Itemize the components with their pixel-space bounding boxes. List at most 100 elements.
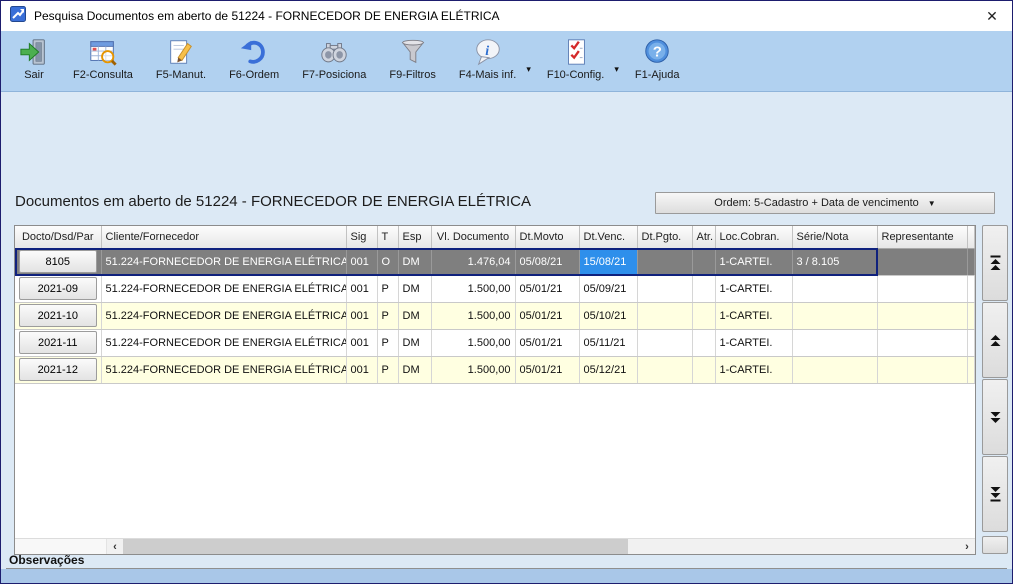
table-row[interactable]: 2021-11 51.224-FORNECEDOR DE ENERGIA ELÉ…: [15, 329, 975, 356]
column-header[interactable]: Dt.Pgto.: [637, 226, 692, 248]
cell-serie-nota[interactable]: [792, 356, 877, 383]
cell-dt-venc[interactable]: 15/08/21: [579, 248, 637, 275]
nav-last-button[interactable]: [982, 456, 1008, 532]
cell-esp[interactable]: DM: [398, 329, 431, 356]
cell-valor[interactable]: 1.500,00: [431, 275, 515, 302]
nav-corner-button[interactable]: [982, 536, 1008, 554]
cell-dt-venc[interactable]: 05/09/21: [579, 275, 637, 302]
cell-esp[interactable]: DM: [398, 275, 431, 302]
toolbar-button-f5-manut[interactable]: F5-Manut.: [153, 36, 209, 81]
cell-dt-pgto[interactable]: [637, 329, 692, 356]
cell-esp[interactable]: DM: [398, 302, 431, 329]
toolbar-button-f1-ajuda[interactable]: ? F1-Ajuda: [632, 36, 683, 81]
row-header-button[interactable]: 2021-10: [19, 304, 97, 327]
cell-t[interactable]: O: [377, 248, 398, 275]
cell-sig[interactable]: 001: [346, 248, 377, 275]
cell-dt-venc[interactable]: 05/12/21: [579, 356, 637, 383]
column-header[interactable]: Docto/Dsd/Par: [15, 226, 101, 248]
cell-sig[interactable]: 001: [346, 275, 377, 302]
table-row[interactable]: 2021-09 51.224-FORNECEDOR DE ENERGIA ELÉ…: [15, 275, 975, 302]
cell-dt-movto[interactable]: 05/08/21: [515, 248, 579, 275]
toolbar-button-f10-config[interactable]: F10-Config.: [544, 36, 607, 81]
scrollbar-track[interactable]: [628, 539, 959, 554]
cell-dt-movto[interactable]: 05/01/21: [515, 302, 579, 329]
cell-t[interactable]: P: [377, 356, 398, 383]
cell-atr[interactable]: [692, 329, 715, 356]
cell-atr[interactable]: [692, 302, 715, 329]
toolbar-button-f2-consulta[interactable]: F2-Consulta: [70, 36, 136, 81]
cell-serie-nota[interactable]: [792, 302, 877, 329]
cell-dt-pgto[interactable]: [637, 248, 692, 275]
close-button[interactable]: ✕: [980, 5, 1004, 27]
order-button[interactable]: Ordem: 5-Cadastro + Data de vencimento ▼: [655, 192, 995, 214]
cell-sig[interactable]: 001: [346, 356, 377, 383]
horizontal-scrollbar[interactable]: ‹ ›: [15, 538, 975, 554]
column-header[interactable]: Esp: [398, 226, 431, 248]
cell-valor[interactable]: 1.500,00: [431, 356, 515, 383]
column-header[interactable]: Sig: [346, 226, 377, 248]
nav-page-up-button[interactable]: [982, 302, 1008, 378]
cell-loc-cobran[interactable]: 1-CARTEI.: [715, 329, 792, 356]
nav-first-button[interactable]: [982, 225, 1008, 301]
cell-loc-cobran[interactable]: 1-CARTEI.: [715, 248, 792, 275]
cell-loc-cobran[interactable]: 1-CARTEI.: [715, 275, 792, 302]
dropdown-arrow-icon[interactable]: ▾: [526, 64, 531, 75]
row-header-button[interactable]: 2021-12: [19, 358, 97, 381]
column-header[interactable]: Loc.Cobran.: [715, 226, 792, 248]
cell-dt-pgto[interactable]: [637, 356, 692, 383]
column-header[interactable]: Dt.Movto: [515, 226, 579, 248]
row-header-button[interactable]: 8105: [19, 250, 97, 273]
cell-dt-venc[interactable]: 05/11/21: [579, 329, 637, 356]
cell-atr[interactable]: [692, 356, 715, 383]
cell-valor[interactable]: 1.500,00: [431, 302, 515, 329]
cell-loc-cobran[interactable]: 1-CARTEI.: [715, 302, 792, 329]
scrollbar-thumb[interactable]: [123, 539, 628, 554]
column-header[interactable]: Atr.: [692, 226, 715, 248]
cell-serie-nota[interactable]: [792, 329, 877, 356]
cell-esp[interactable]: DM: [398, 248, 431, 275]
dropdown-arrow-icon[interactable]: ▾: [614, 64, 619, 75]
cell-loc-cobran[interactable]: 1-CARTEI.: [715, 356, 792, 383]
cell-dt-movto[interactable]: 05/01/21: [515, 329, 579, 356]
cell-sig[interactable]: 001: [346, 302, 377, 329]
cell-atr[interactable]: [692, 248, 715, 275]
toolbar-button-f6-ordem[interactable]: F6-Ordem: [226, 36, 282, 81]
cell-dt-movto[interactable]: 05/01/21: [515, 356, 579, 383]
cell-representante[interactable]: [877, 275, 967, 302]
column-header[interactable]: Representante: [877, 226, 967, 248]
cell-representante[interactable]: [877, 302, 967, 329]
nav-page-down-button[interactable]: [982, 379, 1008, 455]
cell-dt-movto[interactable]: 05/01/21: [515, 275, 579, 302]
cell-t[interactable]: P: [377, 302, 398, 329]
row-header-button[interactable]: 2021-11: [19, 331, 97, 354]
cell-cliente[interactable]: 51.224-FORNECEDOR DE ENERGIA ELÉTRICA: [101, 248, 346, 275]
cell-cliente[interactable]: 51.224-FORNECEDOR DE ENERGIA ELÉTRICA: [101, 329, 346, 356]
cell-representante[interactable]: [877, 356, 967, 383]
cell-t[interactable]: P: [377, 329, 398, 356]
cell-sig[interactable]: 001: [346, 329, 377, 356]
cell-dt-pgto[interactable]: [637, 302, 692, 329]
column-header[interactable]: T: [377, 226, 398, 248]
column-header[interactable]: Cliente/Fornecedor: [101, 226, 346, 248]
cell-cliente[interactable]: 51.224-FORNECEDOR DE ENERGIA ELÉTRICA: [101, 356, 346, 383]
column-header[interactable]: Vl. Documento: [431, 226, 515, 248]
column-header[interactable]: Série/Nota: [792, 226, 877, 248]
row-header-button[interactable]: 2021-09: [19, 277, 97, 300]
cell-serie-nota[interactable]: 3 / 8.105: [792, 248, 877, 275]
cell-esp[interactable]: DM: [398, 356, 431, 383]
cell-serie-nota[interactable]: [792, 275, 877, 302]
cell-cliente[interactable]: 51.224-FORNECEDOR DE ENERGIA ELÉTRICA: [101, 302, 346, 329]
scroll-left-icon[interactable]: ‹: [107, 539, 123, 554]
toolbar-button-f4-mais-inf[interactable]: i F4-Mais inf.: [456, 36, 519, 81]
cell-cliente[interactable]: 51.224-FORNECEDOR DE ENERGIA ELÉTRICA: [101, 275, 346, 302]
toolbar-button-f9-filtros[interactable]: F9-Filtros: [386, 36, 438, 81]
cell-representante[interactable]: [877, 329, 967, 356]
toolbar-button-f7-posiciona[interactable]: F7-Posiciona: [299, 36, 369, 81]
toolbar-button-sair[interactable]: Sair: [15, 36, 53, 81]
cell-valor[interactable]: 1.500,00: [431, 329, 515, 356]
column-header[interactable]: Dt.Venc.: [579, 226, 637, 248]
cell-valor[interactable]: 1.476,04: [431, 248, 515, 275]
cell-dt-pgto[interactable]: [637, 275, 692, 302]
cell-t[interactable]: P: [377, 275, 398, 302]
cell-representante[interactable]: [877, 248, 967, 275]
